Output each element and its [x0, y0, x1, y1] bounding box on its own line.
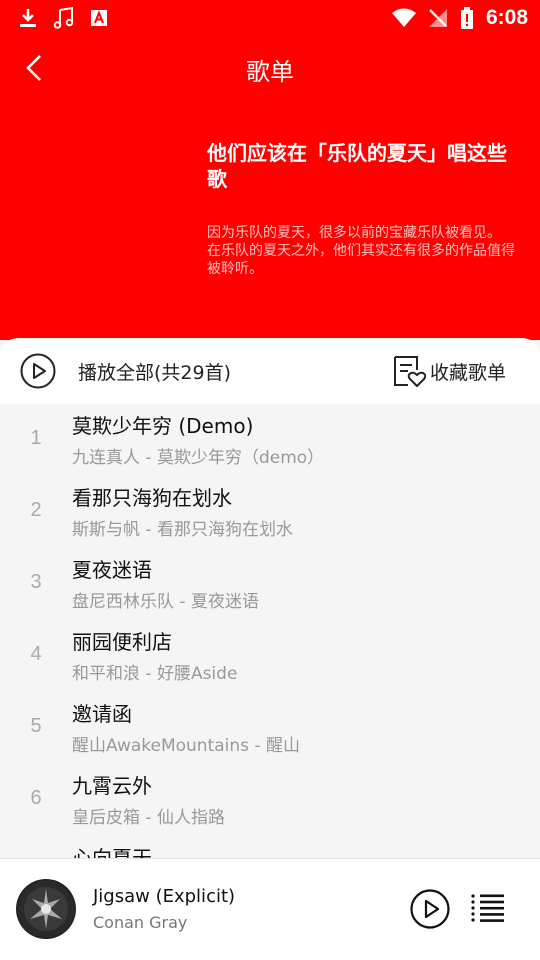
song-row[interactable]: 4 丽园便利店 和平和浪 - 好腰Aside — [0, 620, 540, 692]
collect-playlist-label: 收藏歌单 — [429, 361, 506, 384]
collect-playlist-icon — [393, 356, 426, 387]
song-title: 看那只海狗在划水 — [72, 486, 232, 510]
status-time: 6:08 — [485, 6, 528, 29]
album-art[interactable] — [16, 879, 76, 939]
song-row[interactable]: 6 九霄云外 皇后皮箱 - 仙人指路 — [0, 764, 540, 836]
battery-alert-icon — [460, 7, 473, 29]
song-row[interactable]: 7 心向夏天 — [0, 836, 540, 858]
playlist-title: 他们应该在「乐队的夏天」唱这些歌 — [207, 141, 507, 191]
song-index: 4 — [30, 643, 42, 665]
status-bar: 6:08 — [0, 0, 540, 36]
song-list: 1 莫欺少年穷 (Demo) 九连真人 - 莫欺少年穷（demo） 2 看那只海… — [0, 404, 540, 858]
song-index: 2 — [30, 499, 42, 521]
download-icon — [20, 9, 36, 27]
playlist-description: 因为乐队的夏天，很多以前的宝藏乐队被看见。 在乐队的夏天之外，他们其实还有很多的… — [207, 224, 517, 278]
song-row[interactable]: 1 莫欺少年穷 (Demo) 九连真人 - 莫欺少年穷（demo） — [0, 404, 540, 476]
mini-play-button[interactable] — [410, 889, 450, 929]
song-subtitle: 醒山AwakeMountains - 醒山 — [72, 736, 300, 756]
song-index: 5 — [30, 715, 42, 737]
music-note-icon — [53, 6, 74, 29]
song-index: 1 — [30, 427, 42, 449]
song-title: 莫欺少年穷 (Demo) — [72, 414, 254, 438]
song-row[interactable]: 2 看那只海狗在划水 斯斯与帆 - 看那只海狗在划水 — [0, 476, 540, 548]
wifi-icon — [391, 8, 416, 27]
playlist-header: 6:08 歌单 他们应该在「乐队的夏天」唱这些歌 因为乐队的夏天，很多以前的宝藏… — [0, 0, 540, 340]
song-title: 心向夏天 — [72, 846, 152, 858]
play-all-label: 播放全部(共29首) — [78, 361, 232, 384]
mini-player[interactable]: Jigsaw (Explicit) Conan Gray — [0, 858, 540, 960]
song-index: 6 — [30, 787, 42, 809]
app-notification-icon — [91, 10, 107, 26]
play-circle-icon — [20, 353, 56, 389]
song-row[interactable]: 5 邀请函 醒山AwakeMountains - 醒山 — [0, 692, 540, 764]
now-playing-title: Jigsaw (Explicit) — [93, 886, 236, 907]
collect-playlist-button[interactable]: 收藏歌单 — [392, 351, 506, 391]
play-all-button[interactable]: 播放全部(共29首) — [20, 351, 231, 391]
action-bar: 播放全部(共29首) 收藏歌单 — [0, 338, 540, 404]
song-index: 3 — [30, 571, 42, 593]
nav-bar: 歌单 — [0, 44, 540, 92]
song-subtitle: 斯斯与帆 - 看那只海狗在划水 — [72, 520, 293, 540]
playlist-queue-icon[interactable] — [470, 893, 506, 925]
song-title: 夏夜迷语 — [72, 558, 152, 582]
song-title: 丽园便利店 — [72, 630, 172, 654]
playlist-description-line1: 因为乐队的夏天，很多以前的宝藏乐队被看见。 — [207, 225, 501, 241]
song-subtitle: 盘尼西林乐队 - 夏夜迷语 — [72, 592, 259, 612]
song-title: 九霄云外 — [72, 774, 152, 798]
page-title: 歌单 — [246, 58, 294, 86]
song-subtitle: 皇后皮箱 - 仙人指路 — [72, 808, 225, 828]
album-art-image — [18, 881, 74, 937]
song-subtitle: 九连真人 - 莫欺少年穷（demo） — [72, 448, 325, 468]
song-subtitle: 和平和浪 - 好腰Aside — [72, 664, 238, 684]
no-signal-icon — [428, 9, 447, 27]
now-playing-artist: Conan Gray — [93, 913, 188, 932]
song-row[interactable]: 3 夏夜迷语 盘尼西林乐队 - 夏夜迷语 — [0, 548, 540, 620]
playlist-description-line2: 在乐队的夏天之外，他们其实还有很多的作品值得被聆听。 — [207, 243, 515, 277]
song-title: 邀请函 — [72, 702, 132, 726]
